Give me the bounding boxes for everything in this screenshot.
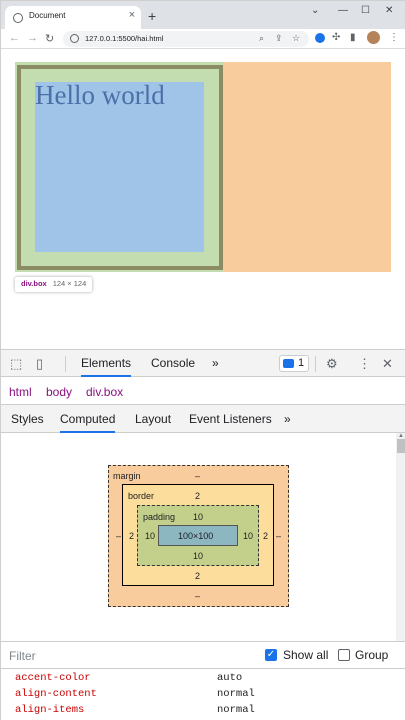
border-bottom-value[interactable]: 2 [195, 571, 200, 581]
page-viewport: Hello world div.box 124 × 124 [1, 49, 405, 349]
border-left-value[interactable]: 2 [129, 531, 134, 541]
computed-pane: margin – – – – border 2 2 2 2 padding 10… [1, 433, 396, 641]
toolbar-divider [315, 356, 316, 372]
extension-icon[interactable] [315, 33, 325, 43]
site-info-icon[interactable] [70, 34, 79, 43]
share-icon[interactable]: ⇪ [275, 33, 283, 44]
issues-count: 1 [298, 357, 305, 369]
border-top-value[interactable]: 2 [195, 491, 200, 501]
padding-left-value[interactable]: 10 [145, 531, 155, 541]
breadcrumb-body[interactable]: body [46, 385, 72, 399]
maximize-icon[interactable]: ☐ [361, 5, 370, 16]
padding-bottom-value[interactable]: 10 [193, 551, 203, 561]
tab-search-icon[interactable]: ⌄ [311, 5, 319, 16]
close-devtools-icon[interactable]: ✕ [382, 356, 393, 372]
group-label[interactable]: Group [355, 648, 388, 662]
tab-event-listeners[interactable]: Event Listeners [189, 412, 272, 426]
filter-bar: Filter ✓ Show all Group [1, 641, 405, 669]
tooltip-selector: div.box [21, 279, 47, 288]
address-url: 127.0.0.1:5500/hai.html [85, 34, 164, 43]
inspect-element-icon[interactable]: ⬚ [10, 356, 22, 372]
margin-right-value[interactable]: – [276, 531, 281, 541]
margin-top-value[interactable]: – [195, 471, 200, 481]
show-all-checkbox[interactable]: ✓ [265, 649, 277, 661]
browser-toolbar: ← → ↻ 127.0.0.1:5500/hai.html ⌕ ⇪ ☆ ✣ ▮ … [1, 29, 405, 49]
group-checkbox[interactable] [338, 649, 350, 661]
browser-menu-icon[interactable]: ⋮ [389, 32, 399, 43]
close-window-icon[interactable]: ✕ [385, 5, 393, 16]
tab-close-icon[interactable]: × [129, 9, 135, 21]
message-icon [283, 359, 294, 368]
sibling-box[interactable] [223, 62, 391, 272]
devtools-toolbar: ⬚ ▯ Elements Console » 1 ⚙ ⋮ ✕ [1, 349, 405, 377]
property-name: align-content [15, 688, 97, 700]
back-icon[interactable]: ← [9, 32, 20, 44]
computed-properties-list: accent-color auto align-content normal a… [1, 669, 405, 720]
browser-window: Document × + ⌄ — ☐ ✕ ← → ↻ 127.0.0.1:550… [0, 0, 405, 720]
extensions-puzzle-icon[interactable]: ✣ [332, 32, 340, 43]
zoom-icon[interactable]: ⌕ [259, 33, 264, 44]
padding-top-value[interactable]: 10 [193, 512, 203, 522]
kebab-menu-icon[interactable]: ⋮ [358, 356, 371, 372]
minimize-icon[interactable]: — [338, 5, 348, 16]
globe-icon [13, 13, 23, 23]
property-value: normal [217, 704, 255, 716]
settings-gear-icon[interactable]: ⚙ [326, 356, 338, 372]
side-panel-icon[interactable]: ▮ [350, 32, 356, 43]
padding-right-value[interactable]: 10 [243, 531, 253, 541]
toolbar-divider [65, 356, 66, 372]
tab-console[interactable]: Console [151, 356, 195, 370]
filter-input[interactable]: Filter [9, 649, 36, 663]
computed-scrollbar[interactable]: ▲ [396, 433, 405, 641]
new-tab-button[interactable]: + [148, 9, 156, 23]
padding-label: padding [143, 512, 176, 522]
tab-title: Document [29, 11, 66, 20]
tab-computed[interactable]: Computed [60, 412, 116, 433]
property-row[interactable]: align-items normal [1, 703, 405, 719]
margin-left-value[interactable]: – [116, 531, 121, 541]
content-size[interactable]: 100×100 [178, 531, 213, 541]
property-name: align-items [15, 704, 85, 716]
bookmark-star-icon[interactable]: ☆ [292, 33, 300, 44]
page-heading: Hello world [35, 80, 165, 110]
border-label: border [128, 491, 155, 501]
property-row[interactable]: align-content normal [1, 687, 405, 703]
browser-tab[interactable]: Document × [5, 6, 141, 29]
property-value: normal [217, 688, 255, 700]
forward-icon[interactable]: → [27, 32, 38, 44]
margin-label: margin [113, 471, 141, 481]
address-bar[interactable]: 127.0.0.1:5500/hai.html ⌕ ⇪ ☆ [63, 31, 309, 47]
show-all-label[interactable]: Show all [283, 648, 328, 662]
breadcrumb: html body div.box [1, 377, 405, 405]
scrollbar-thumb[interactable] [397, 439, 405, 453]
breadcrumb-html[interactable]: html [9, 385, 32, 399]
property-row[interactable]: accent-color auto [1, 671, 405, 687]
tab-styles[interactable]: Styles [11, 412, 44, 426]
reload-icon[interactable]: ↻ [45, 32, 54, 45]
more-subtabs-icon[interactable]: » [284, 412, 291, 426]
breadcrumb-div-box[interactable]: div.box [86, 385, 123, 399]
border-right-value[interactable]: 2 [263, 531, 268, 541]
tab-strip: Document × + ⌄ — ☐ ✕ [1, 1, 405, 29]
more-tabs-icon[interactable]: » [212, 356, 219, 370]
margin-bottom-value[interactable]: – [195, 591, 200, 601]
profile-avatar[interactable] [367, 31, 380, 44]
panel-subtabs: Styles Computed Layout Event Listeners » [1, 405, 405, 433]
tooltip-size: 124 × 124 [52, 279, 87, 288]
tab-elements[interactable]: Elements [81, 356, 132, 377]
property-name: accent-color [15, 672, 91, 684]
issues-badge[interactable]: 1 [279, 355, 309, 372]
device-toolbar-icon[interactable]: ▯ [36, 356, 43, 372]
element-tooltip: div.box 124 × 124 [15, 277, 93, 292]
tab-layout[interactable]: Layout [135, 412, 171, 426]
property-value: auto [217, 672, 243, 684]
